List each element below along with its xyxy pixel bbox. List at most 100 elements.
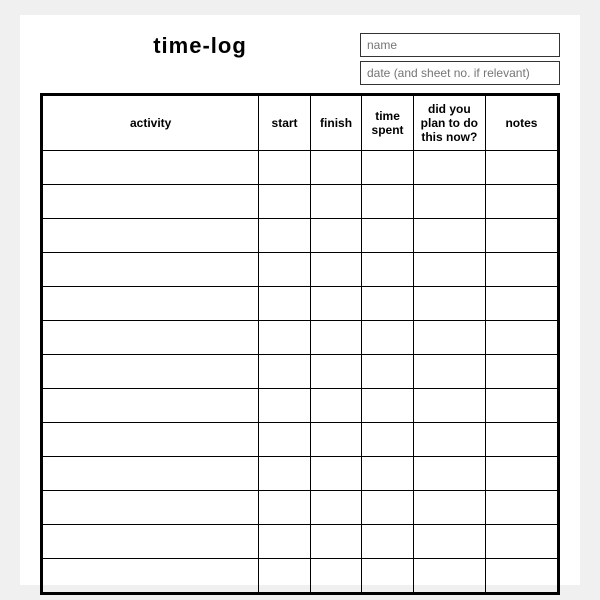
table-cell [310, 491, 362, 525]
table-cell [485, 151, 557, 185]
table-cell [310, 389, 362, 423]
fields-area [360, 33, 560, 85]
table-cell [413, 559, 485, 593]
col-finish: finish [310, 96, 362, 151]
col-start: start [259, 96, 311, 151]
table-cell [310, 219, 362, 253]
table-cell [413, 491, 485, 525]
table-cell [485, 219, 557, 253]
table-cell [259, 321, 311, 355]
table-cell [362, 525, 414, 559]
table-cell [362, 423, 414, 457]
table-cell [259, 423, 311, 457]
table-cell [362, 151, 414, 185]
table-row [43, 185, 558, 219]
col-plan: did you plan to do this now? [413, 96, 485, 151]
table-cell [485, 185, 557, 219]
table-cell [310, 253, 362, 287]
table-cell [43, 525, 259, 559]
table-cell [413, 423, 485, 457]
table-cell [362, 389, 414, 423]
table-cell [485, 321, 557, 355]
table-cell [259, 253, 311, 287]
table-cell [413, 185, 485, 219]
table-row [43, 151, 558, 185]
table-cell [310, 457, 362, 491]
table-cell [43, 355, 259, 389]
table-cell [413, 151, 485, 185]
table-cell [43, 151, 259, 185]
table-cell [362, 491, 414, 525]
table-cell [310, 321, 362, 355]
col-activity: activity [43, 96, 259, 151]
table-cell [259, 151, 311, 185]
table-cell [310, 525, 362, 559]
table-cell [362, 253, 414, 287]
table-body [43, 151, 558, 593]
table-cell [362, 219, 414, 253]
name-input[interactable] [360, 33, 560, 57]
table-cell [413, 321, 485, 355]
title-area: time-log [40, 33, 360, 59]
table-row [43, 321, 558, 355]
table-cell [310, 287, 362, 321]
table-cell [413, 389, 485, 423]
table-cell [259, 457, 311, 491]
table-cell [362, 457, 414, 491]
table-cell [485, 457, 557, 491]
table-cell [413, 457, 485, 491]
table-cell [362, 559, 414, 593]
table-cell [43, 321, 259, 355]
table-cell [259, 219, 311, 253]
table-row [43, 219, 558, 253]
header: time-log [40, 33, 560, 85]
table-row [43, 287, 558, 321]
table-cell [43, 457, 259, 491]
table-row [43, 559, 558, 593]
table-cell [413, 287, 485, 321]
table-cell [310, 423, 362, 457]
table-cell [43, 559, 259, 593]
page-title: time-log [153, 33, 247, 59]
table-cell [485, 559, 557, 593]
table-cell [259, 185, 311, 219]
table-row [43, 253, 558, 287]
col-notes: notes [485, 96, 557, 151]
table-cell [362, 355, 414, 389]
col-time-spent: time spent [362, 96, 414, 151]
table-cell [485, 491, 557, 525]
table-row [43, 491, 558, 525]
table-cell [259, 389, 311, 423]
table-cell [413, 253, 485, 287]
table-cell [310, 355, 362, 389]
table-cell [43, 253, 259, 287]
table-cell [362, 185, 414, 219]
date-input[interactable] [360, 61, 560, 85]
table-cell [362, 287, 414, 321]
table-row [43, 525, 558, 559]
table-cell [259, 525, 311, 559]
table-cell [43, 389, 259, 423]
table-row [43, 457, 558, 491]
table-cell [259, 491, 311, 525]
table-cell [485, 423, 557, 457]
table-row [43, 389, 558, 423]
table-cell [43, 185, 259, 219]
table-cell [259, 287, 311, 321]
table-cell [485, 253, 557, 287]
table-cell [310, 151, 362, 185]
table-cell [310, 185, 362, 219]
table-cell [485, 287, 557, 321]
table-cell [43, 219, 259, 253]
table-cell [413, 219, 485, 253]
table-row [43, 423, 558, 457]
table-cell [485, 525, 557, 559]
table-cell [485, 389, 557, 423]
table-cell [259, 559, 311, 593]
table-row [43, 355, 558, 389]
table-cell [43, 287, 259, 321]
table-cell [310, 559, 362, 593]
table-cell [413, 525, 485, 559]
table-header-row: activity start finish time spent did you… [43, 96, 558, 151]
page: time-log activity start finish time spen… [20, 15, 580, 585]
